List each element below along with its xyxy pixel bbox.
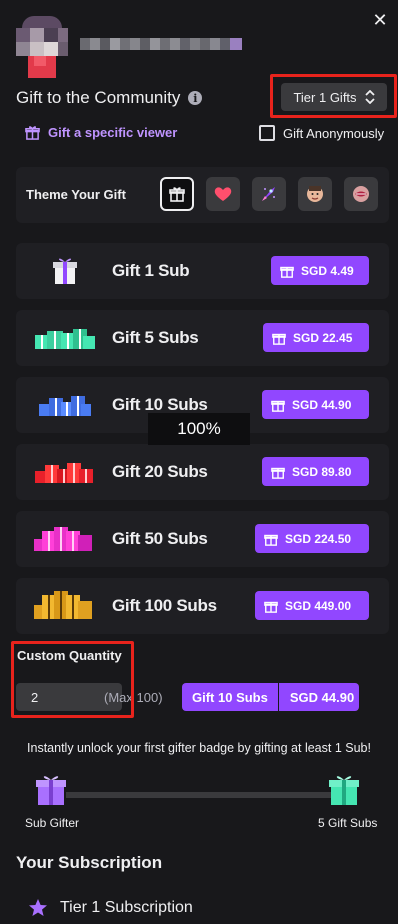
gift-bundle-50-icon xyxy=(30,519,100,559)
theme-heart-button[interactable] xyxy=(206,177,240,211)
gift-icon xyxy=(264,601,278,613)
badge-right-label: 5 Gift Subs xyxy=(318,816,378,830)
gift-icon xyxy=(271,400,285,412)
highlight-box-tier xyxy=(270,74,397,118)
gift-icon xyxy=(264,534,278,546)
custom-gift-button-price: SGD 44.90 xyxy=(289,689,355,705)
gift-specific-viewer-label: Gift a specific viewer xyxy=(48,125,178,140)
lips-emote-icon xyxy=(353,186,369,202)
heart-icon xyxy=(214,187,232,201)
gift-row-1-label: Gift 1 Sub xyxy=(112,261,190,280)
gift-icon xyxy=(271,467,285,479)
theme-lips-button[interactable] xyxy=(344,177,378,211)
highlight-box-custom xyxy=(11,641,134,718)
gift-row-10-price: SGD 44.90 xyxy=(292,397,352,412)
gift-row-1-price: SGD 4.49 xyxy=(301,263,354,278)
gift-bundle-100-icon xyxy=(30,586,100,626)
custom-gift-button[interactable]: Gift 10 Subs SGD 44.90 xyxy=(182,683,359,711)
theme-gift-button[interactable] xyxy=(160,177,194,211)
gift-row-20-label: Gift 20 Subs xyxy=(112,462,208,481)
gift-row-5-buy-button[interactable]: SGD 22.45 xyxy=(263,323,369,352)
gift-bundle-20-icon xyxy=(30,452,100,492)
star-icon xyxy=(29,899,47,916)
your-subscription-heading: Your Subscription xyxy=(16,853,163,872)
info-icon[interactable]: i xyxy=(188,91,203,105)
gift-row-20-buy-button[interactable]: SGD 89.80 xyxy=(262,457,369,486)
gift-icon xyxy=(25,126,40,140)
gift-row-50-buy-button[interactable]: SGD 224.50 xyxy=(255,524,369,553)
badge-left-label: Sub Gifter xyxy=(25,816,80,830)
custom-gift-button-label: Gift 10 Subs xyxy=(182,683,279,711)
zoom-indicator: 100% xyxy=(148,413,250,445)
theme-rocket-button[interactable] xyxy=(252,177,286,211)
gift-row-1[interactable]: Gift 1 Sub SGD 4.49 xyxy=(16,243,389,299)
avatar xyxy=(16,16,70,78)
gift-row-5[interactable]: Gift 5 Subs SGD 22.45 xyxy=(16,310,389,366)
gift-row-100-buy-button[interactable]: SGD 449.00 xyxy=(255,591,369,620)
gift-row-5-label: Gift 5 Subs xyxy=(112,328,199,347)
gift-row-10-label: Gift 10 Subs xyxy=(112,395,208,414)
gift-row-100-price: SGD 449.00 xyxy=(285,598,352,613)
theme-label: Theme Your Gift xyxy=(26,187,126,202)
anonymous-checkbox[interactable] xyxy=(259,125,275,141)
theme-face-button[interactable] xyxy=(298,177,332,211)
tier1-subscription-item[interactable]: Tier 1 Subscription xyxy=(28,898,193,918)
five-gift-subs-badge-icon xyxy=(329,776,359,805)
page-title-text: Gift to the Community xyxy=(16,88,181,107)
gift-row-10-buy-button[interactable]: SGD 44.90 xyxy=(262,390,369,419)
gift-specific-viewer-link[interactable]: Gift a specific viewer xyxy=(25,125,177,140)
gift-icon xyxy=(272,333,286,345)
gift-bundle-5-icon xyxy=(30,318,100,358)
gift-row-100[interactable]: Gift 100 Subs SGD 449.00 xyxy=(16,578,389,634)
rocket-icon xyxy=(262,187,275,201)
gift-row-50[interactable]: Gift 50 Subs SGD 224.50 xyxy=(16,511,389,567)
gift-row-1-buy-button[interactable]: SGD 4.49 xyxy=(271,256,369,285)
gift-row-100-label: Gift 100 Subs xyxy=(112,596,217,615)
gift-row-50-label: Gift 50 Subs xyxy=(112,529,208,548)
gift-anonymously-toggle[interactable]: Gift Anonymously xyxy=(259,125,384,141)
gift-icon xyxy=(169,187,185,202)
theme-panel: Theme Your Gift xyxy=(16,167,389,223)
sub-gifter-badge-icon xyxy=(36,776,66,805)
tier1-subscription-label: Tier 1 Subscription xyxy=(60,899,193,916)
badge-progress-track xyxy=(66,792,336,798)
anonymous-label: Gift Anonymously xyxy=(283,125,385,141)
face-emote-icon xyxy=(307,186,323,202)
username-pixelated xyxy=(80,38,242,50)
badge-unlock-text: Instantly unlock your first gifter badge… xyxy=(27,741,371,755)
gift-row-50-price: SGD 224.50 xyxy=(285,531,352,546)
gift-row-20[interactable]: Gift 20 Subs SGD 89.80 xyxy=(16,444,389,500)
gift-row-5-price: SGD 22.45 xyxy=(293,330,353,345)
close-icon[interactable]: ✕ xyxy=(370,10,390,31)
gift-bundle-10-icon xyxy=(30,385,100,425)
gift-bundle-1-icon xyxy=(30,251,100,291)
gift-row-20-price: SGD 89.80 xyxy=(292,464,352,479)
page-title: Gift to the Community i xyxy=(16,88,203,108)
gift-icon xyxy=(280,266,294,278)
